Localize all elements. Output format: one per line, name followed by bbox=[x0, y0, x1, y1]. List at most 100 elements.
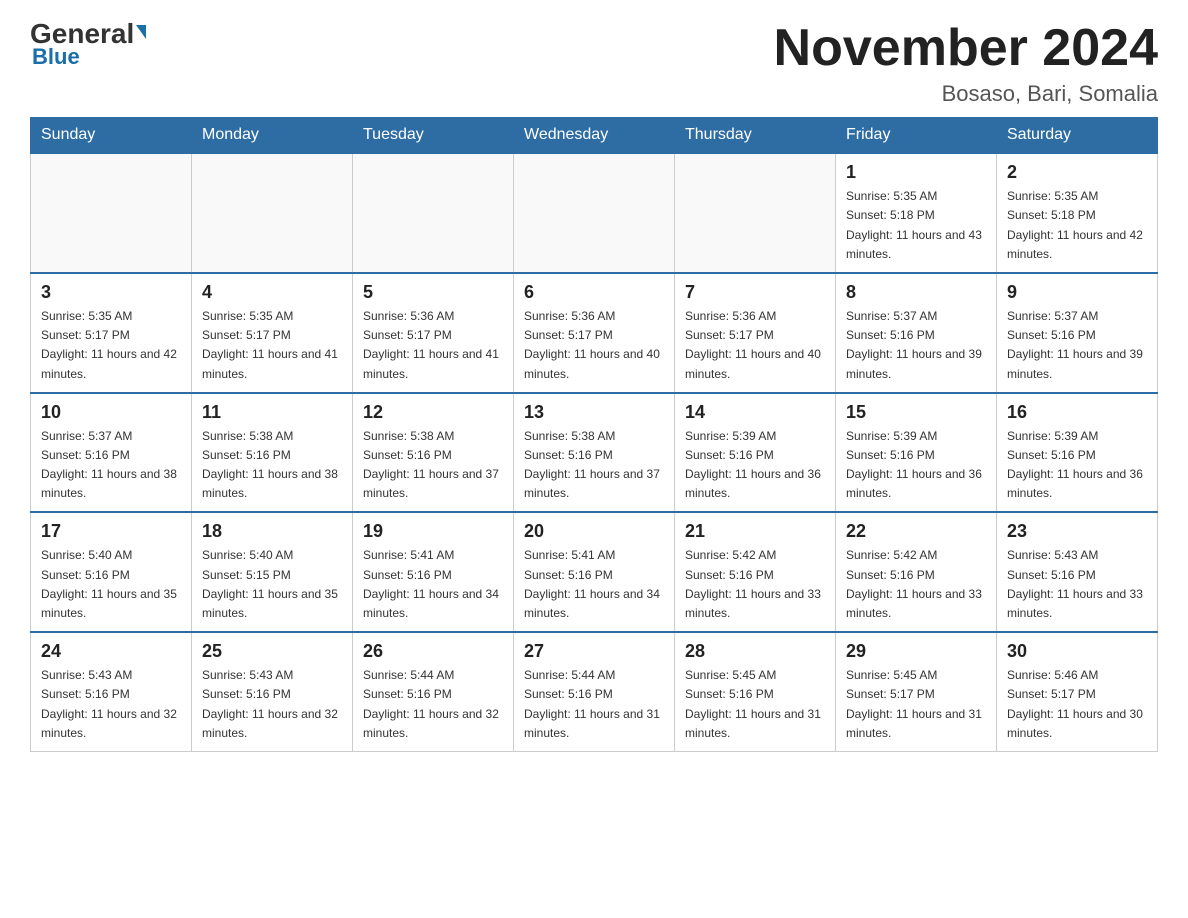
calendar-week-2: 3 Sunrise: 5:35 AMSunset: 5:17 PMDaylight… bbox=[31, 273, 1158, 393]
sun-info: Sunrise: 5:45 AMSunset: 5:17 PMDaylight:… bbox=[846, 666, 986, 743]
calendar-week-1: 1 Sunrise: 5:35 AMSunset: 5:18 PMDaylight… bbox=[31, 153, 1158, 273]
sun-info: Sunrise: 5:36 AMSunset: 5:17 PMDaylight:… bbox=[524, 307, 664, 384]
day-number: 13 bbox=[524, 402, 664, 423]
day-number: 20 bbox=[524, 521, 664, 542]
weekday-header-monday: Monday bbox=[192, 118, 353, 154]
weekday-header-thursday: Thursday bbox=[675, 118, 836, 154]
sun-info: Sunrise: 5:46 AMSunset: 5:17 PMDaylight:… bbox=[1007, 666, 1147, 743]
day-number: 19 bbox=[363, 521, 503, 542]
day-number: 28 bbox=[685, 641, 825, 662]
weekday-header-saturday: Saturday bbox=[997, 118, 1158, 154]
calendar-header-row: SundayMondayTuesdayWednesdayThursdayFrid… bbox=[31, 118, 1158, 154]
calendar-cell: 8 Sunrise: 5:37 AMSunset: 5:16 PMDaylight… bbox=[836, 273, 997, 393]
calendar-cell bbox=[514, 153, 675, 273]
calendar-cell: 25 Sunrise: 5:43 AMSunset: 5:16 PMDayligh… bbox=[192, 632, 353, 751]
sun-info: Sunrise: 5:43 AMSunset: 5:16 PMDaylight:… bbox=[202, 666, 342, 743]
day-number: 24 bbox=[41, 641, 181, 662]
day-number: 25 bbox=[202, 641, 342, 662]
calendar-cell: 16Sunrise: 5:39 AMSunset: 5:16 PMDayligh… bbox=[997, 393, 1158, 513]
weekday-header-sunday: Sunday bbox=[31, 118, 192, 154]
day-number: 12 bbox=[363, 402, 503, 423]
day-number: 17 bbox=[41, 521, 181, 542]
day-number: 29 bbox=[846, 641, 986, 662]
sun-info: Sunrise: 5:44 AMSunset: 5:16 PMDaylight:… bbox=[363, 666, 503, 743]
sun-info: Sunrise: 5:43 AMSunset: 5:16 PMDaylight:… bbox=[41, 666, 181, 743]
calendar-cell: 19Sunrise: 5:41 AMSunset: 5:16 PMDayligh… bbox=[353, 512, 514, 632]
day-number: 30 bbox=[1007, 641, 1147, 662]
day-number: 8 bbox=[846, 282, 986, 303]
calendar-cell: 21Sunrise: 5:42 AMSunset: 5:16 PMDayligh… bbox=[675, 512, 836, 632]
sun-info: Sunrise: 5:41 AMSunset: 5:16 PMDaylight:… bbox=[524, 546, 664, 623]
calendar-cell: 3 Sunrise: 5:35 AMSunset: 5:17 PMDaylight… bbox=[31, 273, 192, 393]
calendar-cell: 24 Sunrise: 5:43 AMSunset: 5:16 PMDayligh… bbox=[31, 632, 192, 751]
page-header: General Blue November 2024 Bosaso, Bari,… bbox=[30, 20, 1158, 107]
sun-info: Sunrise: 5:37 AMSunset: 5:16 PMDaylight:… bbox=[846, 307, 986, 384]
month-title: November 2024 bbox=[774, 20, 1158, 77]
calendar-cell: 7 Sunrise: 5:36 AMSunset: 5:17 PMDaylight… bbox=[675, 273, 836, 393]
sun-info: Sunrise: 5:44 AMSunset: 5:16 PMDaylight:… bbox=[524, 666, 664, 743]
sun-info: Sunrise: 5:39 AMSunset: 5:16 PMDaylight:… bbox=[846, 427, 986, 504]
sun-info: Sunrise: 5:40 AMSunset: 5:16 PMDaylight:… bbox=[41, 546, 181, 623]
day-number: 27 bbox=[524, 641, 664, 662]
day-number: 26 bbox=[363, 641, 503, 662]
sun-info: Sunrise: 5:38 AMSunset: 5:16 PMDaylight:… bbox=[363, 427, 503, 504]
day-number: 15 bbox=[846, 402, 986, 423]
calendar-cell: 28 Sunrise: 5:45 AMSunset: 5:16 PMDayligh… bbox=[675, 632, 836, 751]
calendar-cell bbox=[675, 153, 836, 273]
calendar-cell: 18 Sunrise: 5:40 AMSunset: 5:15 PMDayligh… bbox=[192, 512, 353, 632]
weekday-header-tuesday: Tuesday bbox=[353, 118, 514, 154]
day-number: 23 bbox=[1007, 521, 1147, 542]
calendar-cell: 13 Sunrise: 5:38 AMSunset: 5:16 PMDayligh… bbox=[514, 393, 675, 513]
sun-info: Sunrise: 5:43 AMSunset: 5:16 PMDaylight:… bbox=[1007, 546, 1147, 623]
calendar-cell bbox=[31, 153, 192, 273]
location-text: Bosaso, Bari, Somalia bbox=[774, 81, 1158, 107]
sun-info: Sunrise: 5:35 AMSunset: 5:18 PMDaylight:… bbox=[1007, 187, 1147, 264]
sun-info: Sunrise: 5:36 AMSunset: 5:17 PMDaylight:… bbox=[363, 307, 503, 384]
calendar-cell: 10Sunrise: 5:37 AMSunset: 5:16 PMDayligh… bbox=[31, 393, 192, 513]
day-number: 18 bbox=[202, 521, 342, 542]
calendar-cell: 26 Sunrise: 5:44 AMSunset: 5:16 PMDayligh… bbox=[353, 632, 514, 751]
calendar-cell: 22 Sunrise: 5:42 AMSunset: 5:16 PMDayligh… bbox=[836, 512, 997, 632]
sun-info: Sunrise: 5:42 AMSunset: 5:16 PMDaylight:… bbox=[846, 546, 986, 623]
calendar-cell: 15 Sunrise: 5:39 AMSunset: 5:16 PMDayligh… bbox=[836, 393, 997, 513]
calendar-cell: 1Sunrise: 5:35 AMSunset: 5:18 PMDaylight… bbox=[836, 153, 997, 273]
day-number: 4 bbox=[202, 282, 342, 303]
calendar-cell: 20 Sunrise: 5:41 AMSunset: 5:16 PMDayligh… bbox=[514, 512, 675, 632]
calendar-cell bbox=[353, 153, 514, 273]
calendar-cell: 5Sunrise: 5:36 AMSunset: 5:17 PMDaylight… bbox=[353, 273, 514, 393]
sun-info: Sunrise: 5:39 AMSunset: 5:16 PMDaylight:… bbox=[1007, 427, 1147, 504]
logo-triangle-icon bbox=[136, 25, 146, 39]
logo: General Blue bbox=[30, 20, 146, 70]
sun-info: Sunrise: 5:37 AMSunset: 5:16 PMDaylight:… bbox=[1007, 307, 1147, 384]
calendar-cell: 9 Sunrise: 5:37 AMSunset: 5:16 PMDaylight… bbox=[997, 273, 1158, 393]
sun-info: Sunrise: 5:35 AMSunset: 5:17 PMDaylight:… bbox=[41, 307, 181, 384]
weekday-header-friday: Friday bbox=[836, 118, 997, 154]
day-number: 9 bbox=[1007, 282, 1147, 303]
calendar-week-3: 10Sunrise: 5:37 AMSunset: 5:16 PMDayligh… bbox=[31, 393, 1158, 513]
day-number: 22 bbox=[846, 521, 986, 542]
day-number: 10 bbox=[41, 402, 181, 423]
day-number: 7 bbox=[685, 282, 825, 303]
calendar-cell: 29 Sunrise: 5:45 AMSunset: 5:17 PMDayligh… bbox=[836, 632, 997, 751]
calendar-table: SundayMondayTuesdayWednesdayThursdayFrid… bbox=[30, 117, 1158, 752]
weekday-header-wednesday: Wednesday bbox=[514, 118, 675, 154]
day-number: 1 bbox=[846, 162, 986, 183]
title-block: November 2024 Bosaso, Bari, Somalia bbox=[774, 20, 1158, 107]
calendar-cell: 30 Sunrise: 5:46 AMSunset: 5:17 PMDayligh… bbox=[997, 632, 1158, 751]
calendar-cell: 23 Sunrise: 5:43 AMSunset: 5:16 PMDayligh… bbox=[997, 512, 1158, 632]
sun-info: Sunrise: 5:36 AMSunset: 5:17 PMDaylight:… bbox=[685, 307, 825, 384]
sun-info: Sunrise: 5:38 AMSunset: 5:16 PMDaylight:… bbox=[524, 427, 664, 504]
calendar-week-5: 24 Sunrise: 5:43 AMSunset: 5:16 PMDayligh… bbox=[31, 632, 1158, 751]
day-number: 11 bbox=[202, 402, 342, 423]
calendar-cell: 27 Sunrise: 5:44 AMSunset: 5:16 PMDayligh… bbox=[514, 632, 675, 751]
sun-info: Sunrise: 5:42 AMSunset: 5:16 PMDaylight:… bbox=[685, 546, 825, 623]
sun-info: Sunrise: 5:40 AMSunset: 5:15 PMDaylight:… bbox=[202, 546, 342, 623]
day-number: 3 bbox=[41, 282, 181, 303]
calendar-cell: 6 Sunrise: 5:36 AMSunset: 5:17 PMDaylight… bbox=[514, 273, 675, 393]
day-number: 14 bbox=[685, 402, 825, 423]
calendar-week-4: 17 Sunrise: 5:40 AMSunset: 5:16 PMDayligh… bbox=[31, 512, 1158, 632]
calendar-cell: 4Sunrise: 5:35 AMSunset: 5:17 PMDaylight… bbox=[192, 273, 353, 393]
sun-info: Sunrise: 5:45 AMSunset: 5:16 PMDaylight:… bbox=[685, 666, 825, 743]
day-number: 6 bbox=[524, 282, 664, 303]
calendar-cell: 12 Sunrise: 5:38 AMSunset: 5:16 PMDayligh… bbox=[353, 393, 514, 513]
